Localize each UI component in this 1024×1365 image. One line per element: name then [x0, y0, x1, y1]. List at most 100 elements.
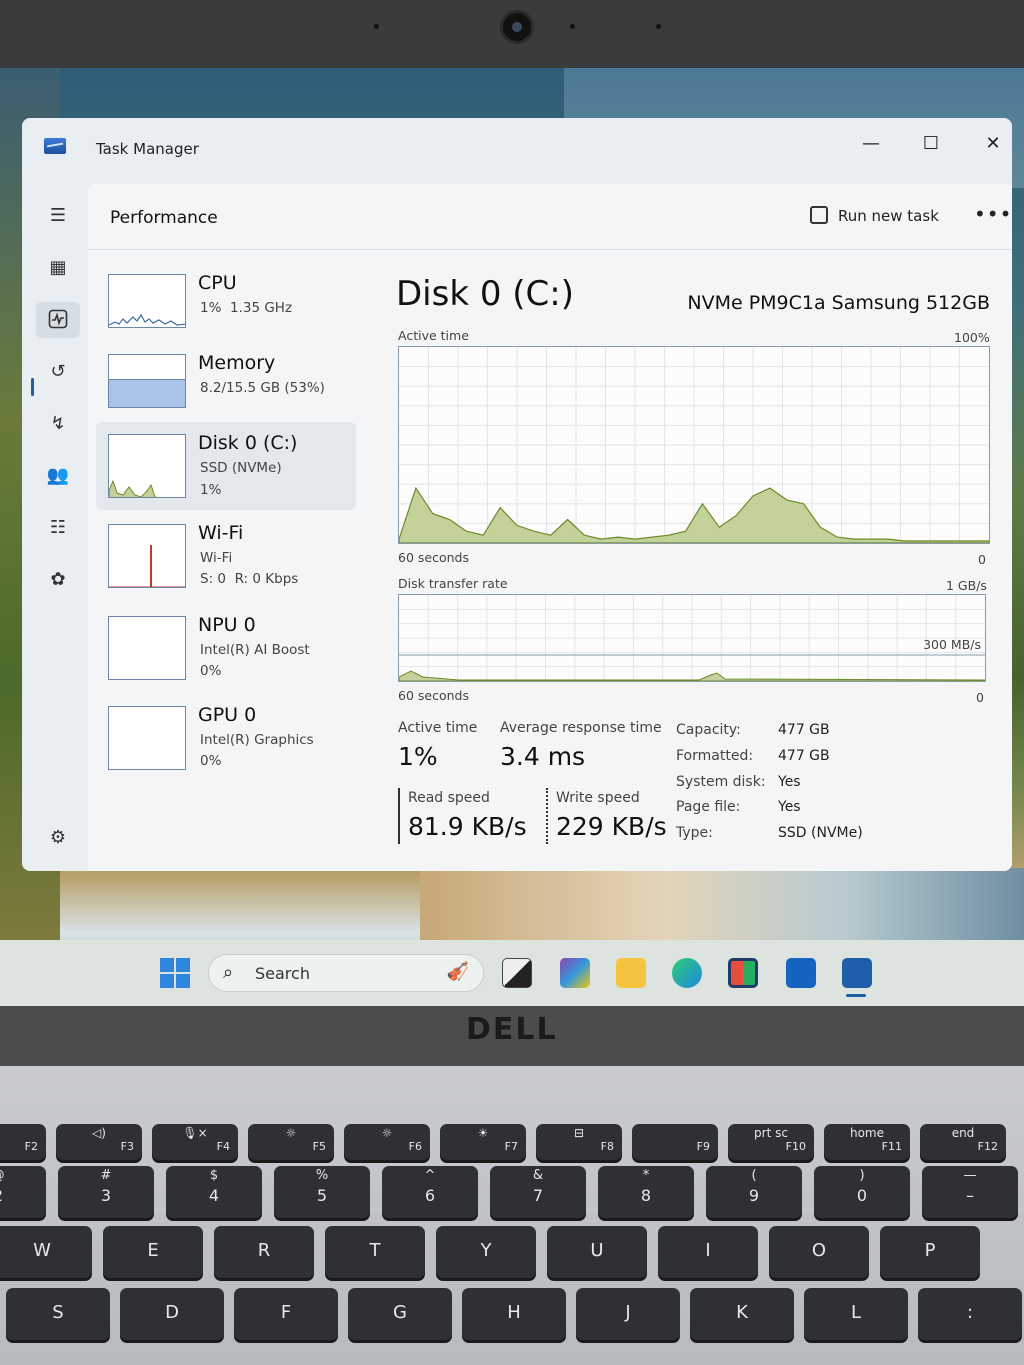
key-l[interactable]: L — [804, 1288, 908, 1340]
m365-icon[interactable] — [560, 958, 590, 988]
key-5[interactable]: % 5 — [274, 1166, 370, 1218]
more-options-button[interactable]: ••• — [974, 202, 1012, 226]
device-usage: 0% — [200, 663, 222, 679]
key-f3[interactable]: ◁) F3 — [56, 1124, 142, 1160]
key-8[interactable]: * 8 — [598, 1166, 694, 1218]
transfer-graph: 300 MB/s — [398, 594, 986, 682]
key-i[interactable]: I — [658, 1226, 758, 1278]
key-label: E — [147, 1240, 159, 1261]
file-explorer-icon[interactable] — [616, 958, 646, 988]
device-detail: SSD (NVMe) — [200, 460, 282, 476]
key-f10[interactable]: prt sc F10 — [728, 1124, 814, 1160]
run-new-task-button[interactable]: Run new task — [810, 206, 939, 225]
key-f4[interactable]: 🎙× F4 — [152, 1124, 238, 1160]
key-p[interactable]: P — [880, 1226, 980, 1278]
key-2[interactable]: @2 — [0, 1166, 46, 1218]
task-view-icon[interactable] — [502, 958, 532, 988]
key-u[interactable]: U — [547, 1226, 647, 1278]
taskbar: ⌕ Search 🎻 — [0, 940, 1024, 1006]
type-value: SSD (NVMe) — [778, 825, 863, 841]
edge-icon[interactable] — [672, 958, 702, 988]
key-label: L — [850, 1302, 862, 1323]
key-y[interactable]: Y — [436, 1226, 536, 1278]
device-item-wifi[interactable]: Wi-Fi Wi-Fi S: 0 R: 0 Kbps — [96, 518, 356, 606]
processes-icon[interactable]: ▦ — [36, 250, 80, 286]
key-f5[interactable]: ☼ F5 — [248, 1124, 334, 1160]
transfer-graph-max: 1 GB/s — [946, 578, 987, 593]
device-name: CPU — [198, 272, 237, 294]
key-f2[interactable]: F2 — [0, 1124, 46, 1160]
title-bar[interactable]: Task Manager — ☐ ✕ — [22, 118, 1012, 184]
device-usage: 1% — [200, 482, 222, 498]
key-f11[interactable]: home F11 — [824, 1124, 910, 1160]
page-header: Performance Run new task ••• — [88, 184, 1012, 250]
key-shift-symbol: # — [100, 1168, 112, 1183]
disk-model: NVMe PM9C1a Samsung 512GB — [687, 292, 990, 314]
key-f[interactable]: F — [234, 1288, 338, 1340]
key-9[interactable]: (9 — [706, 1166, 802, 1218]
details-icon[interactable]: ☷ — [36, 510, 80, 546]
transfer-graph-min: 0 — [976, 690, 984, 705]
key-f6[interactable]: ☼ F6 — [344, 1124, 430, 1160]
active-time-graph-duration: 60 seconds — [398, 550, 469, 565]
key-e[interactable]: E — [103, 1226, 203, 1278]
write-speed-label: Write speed — [556, 790, 640, 806]
key-6[interactable]: ^ 6 — [382, 1166, 478, 1218]
key-f7[interactable]: ☀ F7 — [440, 1124, 526, 1160]
key-function-icon: home — [849, 1126, 885, 1140]
store-icon[interactable] — [728, 958, 758, 988]
laptop-bezel — [0, 0, 1024, 68]
performance-icon[interactable] — [36, 302, 80, 338]
start-icon[interactable] — [160, 958, 190, 988]
key-0[interactable]: ) 0 — [814, 1166, 910, 1218]
key-3[interactable]: #3 — [58, 1166, 154, 1218]
key-semicolon[interactable]: : — [918, 1288, 1022, 1340]
outlook-icon[interactable] — [786, 958, 816, 988]
startup-apps-icon[interactable]: ↯ — [36, 406, 80, 442]
users-icon[interactable]: 👥 — [36, 458, 80, 494]
type-key: Type: — [676, 825, 713, 841]
device-item-disk[interactable]: Disk 0 (C:) SSD (NVMe) 1% — [96, 422, 356, 510]
active-time-graph-max: 100% — [954, 330, 990, 345]
key-f12[interactable]: end F12 — [920, 1124, 1006, 1160]
minimize-button[interactable]: — — [848, 126, 894, 162]
key-f9[interactable]: F9 — [632, 1124, 718, 1160]
key-main-symbol: 2 — [0, 1186, 46, 1205]
key-j[interactable]: J — [576, 1288, 680, 1340]
key-g[interactable]: G — [348, 1288, 452, 1340]
key-o[interactable]: O — [769, 1226, 869, 1278]
key-main-symbol: 5 — [316, 1186, 328, 1205]
key-function-icon: ☼ — [381, 1126, 393, 1140]
key-r[interactable]: R — [214, 1226, 314, 1278]
read-speed-label: Read speed — [408, 790, 490, 806]
key-–[interactable]: — – — [922, 1166, 1018, 1218]
key-s[interactable]: S — [6, 1288, 110, 1340]
key-t[interactable]: T — [325, 1226, 425, 1278]
task-manager-icon[interactable] — [842, 958, 872, 988]
key-d[interactable]: D — [120, 1288, 224, 1340]
key-h[interactable]: H — [462, 1288, 566, 1340]
disk-thumbnail — [108, 434, 186, 498]
device-item-cpu[interactable]: CPU 1% 1.35 GHz — [96, 268, 356, 356]
webcam — [500, 10, 534, 44]
nav-selected-indicator — [31, 378, 34, 396]
device-item-gpu[interactable]: GPU 0 Intel(R) Graphics 0% — [96, 700, 356, 788]
key-k[interactable]: K — [690, 1288, 794, 1340]
device-name: NPU 0 — [198, 614, 256, 636]
key-7[interactable]: & 7 — [490, 1166, 586, 1218]
services-icon[interactable]: ✿ — [36, 562, 80, 598]
settings-icon[interactable]: ⚙ — [36, 820, 80, 856]
device-item-npu[interactable]: NPU 0 Intel(R) AI Boost 0% — [96, 610, 356, 698]
menu-icon[interactable]: ☰ — [36, 198, 80, 234]
key-function-icon: ◁) — [92, 1126, 106, 1140]
maximize-button[interactable]: ☐ — [908, 126, 954, 162]
key-w[interactable]: W — [0, 1226, 92, 1278]
key-f8[interactable]: ⊟ F8 — [536, 1124, 622, 1160]
key-4[interactable]: $4 — [166, 1166, 262, 1218]
app-history-icon[interactable]: ↺ — [36, 354, 80, 390]
sensor-dot — [570, 24, 575, 29]
close-button[interactable]: ✕ — [970, 126, 1012, 162]
active-time-graph-label: Active time — [398, 328, 469, 343]
key-shift-symbol: — — [963, 1168, 977, 1183]
search-box[interactable]: ⌕ Search 🎻 — [208, 954, 484, 992]
